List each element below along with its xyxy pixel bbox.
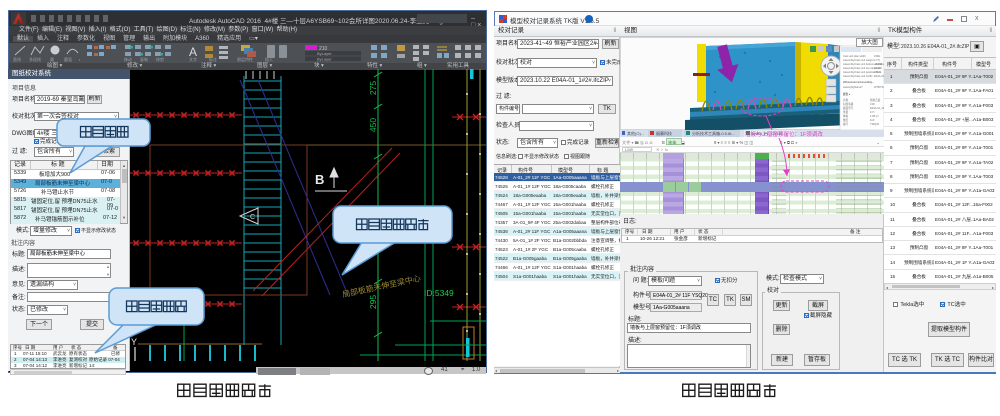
svg-text:ByLayer: ByLayer (317, 51, 332, 56)
svg-text:多段线: 多段线 (29, 56, 41, 62)
svg-text:直线: 直线 (13, 56, 21, 62)
svg-text:插入: 插入 (265, 56, 273, 62)
svg-text:450: 450 (368, 118, 378, 132)
svg-text:450: 450 (368, 242, 378, 256)
svg-text:275: 275 (368, 81, 378, 95)
svg-text:Y: Y (131, 337, 137, 347)
svg-text:ID:5349: ID:5349 (424, 288, 454, 298)
svg-text:295: 295 (368, 295, 378, 309)
svg-text:▪: ▪ (79, 57, 81, 62)
svg-text:ByLayer: ByLayer (317, 57, 332, 62)
svg-text:圆弧: 圆弧 (64, 56, 72, 62)
svg-text:图层特性: 图层特性 (237, 56, 253, 62)
svg-text:B: B (315, 172, 324, 187)
svg-text:标注: 标注 (209, 56, 217, 62)
svg-text:修剪: 修剪 (156, 56, 164, 62)
svg-text:圆: 圆 (50, 57, 54, 62)
svg-text:移动: 移动 (124, 56, 132, 62)
svg-text:局部板筋未伸至梁中心: 局部板筋未伸至梁中心 (341, 273, 421, 299)
svg-text:墙板与上层窗预留位：1F须调改: 墙板与上层窗预留位：1F须调改 (745, 130, 823, 138)
svg-text:C: C (250, 214, 255, 221)
svg-text:复制: 复制 (140, 56, 148, 62)
svg-text:文字: 文字 (189, 56, 197, 62)
